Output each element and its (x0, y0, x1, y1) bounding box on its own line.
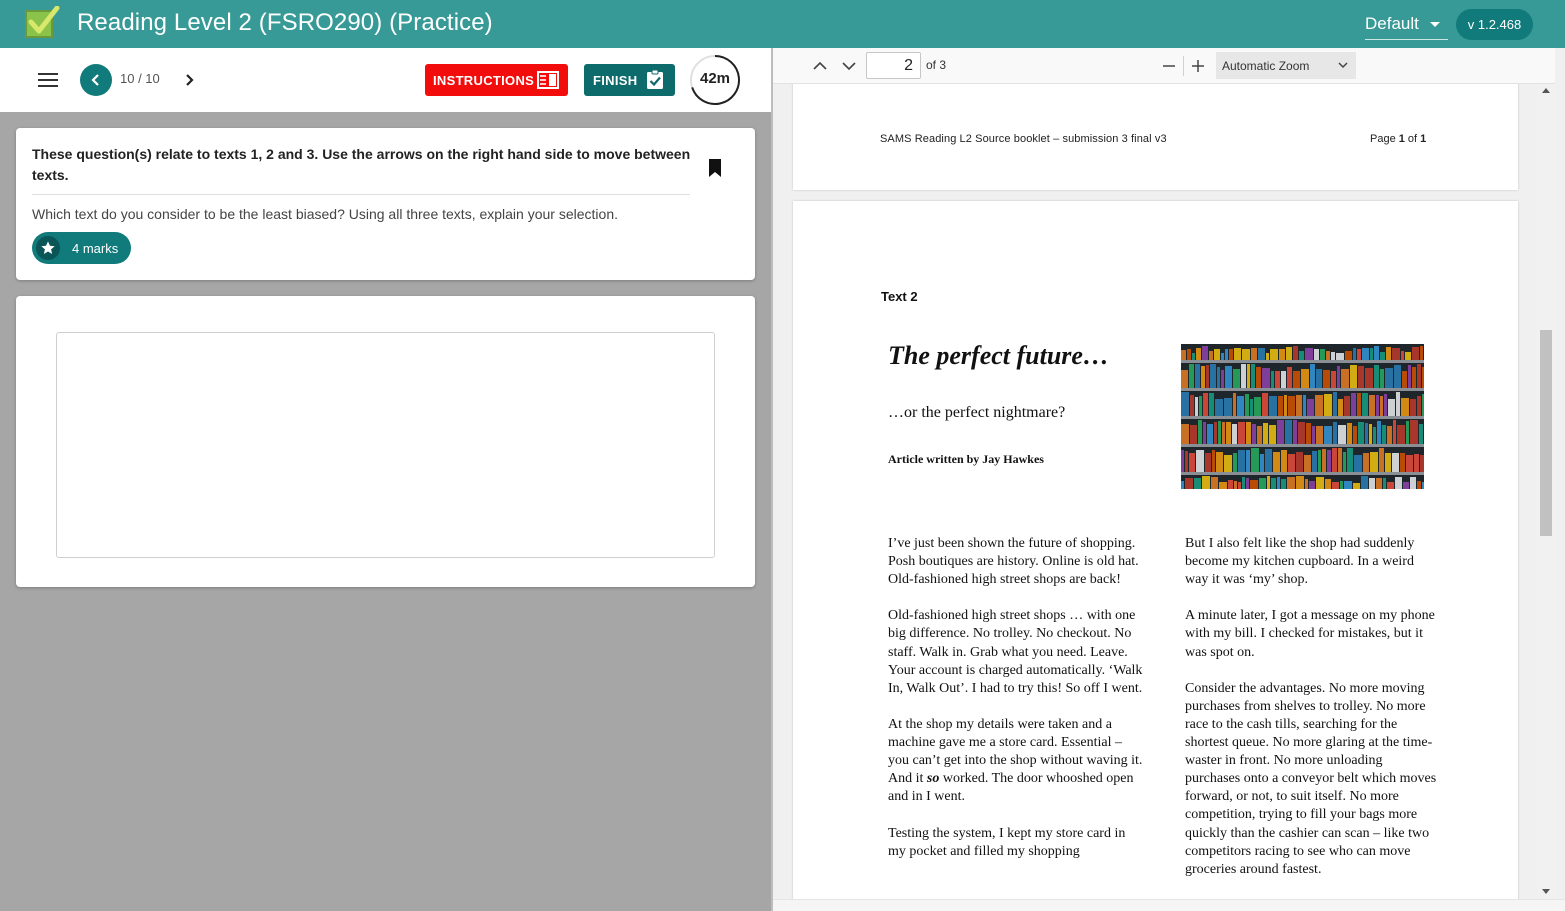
check-logo-icon (25, 6, 60, 38)
pdf-zoom-out-button[interactable] (1158, 55, 1180, 77)
article-paragraph: At the shop my details were taken and a … (888, 716, 1143, 806)
article-column-1: I’ve just been shown the future of shopp… (888, 535, 1143, 879)
plus-icon (1192, 60, 1204, 72)
article-column-2: But I also felt like the shop had sudden… (1185, 535, 1440, 897)
article-paragraph: Old-fashioned high street shops … with o… (888, 608, 1143, 696)
question-text: Which text do you consider to be the lea… (32, 206, 618, 222)
book-icon (537, 71, 559, 89)
page-footer-number: Page 1 of 1 (1370, 133, 1426, 145)
pdf-zoom-value: Automatic Zoom (1222, 59, 1310, 73)
pdf-scrollbar-thumb[interactable] (1540, 330, 1552, 536)
caret-down-icon (1430, 22, 1440, 27)
pdf-toolbar-separator (1183, 56, 1184, 76)
text-label: Text 2 (881, 289, 918, 304)
pdf-zoom-select[interactable]: Automatic Zoom (1216, 52, 1356, 79)
pdf-page-input[interactable]: 2 (866, 52, 921, 79)
app-title: Reading Level 2 (FSRO290) (Practice) (77, 9, 493, 36)
article-paragraph-text: worked. The door whooshed open and in I … (888, 771, 1134, 805)
article-emphasis: so (926, 771, 940, 787)
pdf-next-page-button[interactable] (838, 55, 860, 77)
timer-text: 42m (699, 70, 731, 87)
marks-label: 4 marks (72, 241, 119, 256)
pdf-page-count: of 3 (926, 58, 947, 72)
question-intro: These question(s) relate to texts 1, 2 a… (32, 146, 691, 183)
pdf-viewer: SAMS Reading L2 Source booklet – submiss… (773, 84, 1537, 899)
pdf-zoom-in-button[interactable] (1187, 55, 1209, 77)
star-icon (36, 236, 60, 260)
app-header: Reading Level 2 (FSRO290) (Practice) Def… (0, 0, 1565, 48)
article-paragraph: But I also felt like the shop had sudden… (1185, 536, 1415, 588)
question-toolbar: 10 / 10 INSTRUCTIONS FINISH 42m (0, 48, 771, 112)
timer: 42m (689, 54, 741, 106)
finish-label: FINISH (593, 73, 638, 88)
previous-question-button[interactable] (80, 64, 112, 96)
scroll-down-arrow-icon[interactable] (1542, 889, 1550, 894)
answer-card (16, 296, 755, 587)
version-badge: v 1.2.468 (1456, 9, 1533, 40)
chevron-down-icon (1338, 62, 1348, 69)
article-title: The perfect future… (888, 341, 1109, 370)
page-footer-page-word: Page (1370, 133, 1399, 145)
marks-badge: 4 marks (32, 232, 131, 264)
chevron-left-icon (91, 74, 99, 86)
article-paragraph: I’ve just been shown the future of shopp… (888, 536, 1139, 588)
page-footer-of-word: of (1404, 133, 1421, 145)
minus-icon (1163, 65, 1175, 67)
pdf-page-2: Text 2 The perfect future… …or the perfe… (793, 201, 1518, 899)
article-paragraph: A minute later, I got a message on my ph… (1185, 608, 1435, 660)
theme-select-value: Default (1365, 14, 1419, 33)
next-question-button[interactable] (173, 64, 205, 96)
chevron-right-icon (186, 74, 194, 86)
question-counter: 10 / 10 (120, 71, 160, 86)
instructions-button[interactable]: INSTRUCTIONS (425, 64, 568, 96)
supermarket-shelves-photo (1181, 344, 1424, 489)
pdf-scrollbar[interactable] (1537, 84, 1555, 899)
question-pane: 10 / 10 INSTRUCTIONS FINISH 42m These qu… (0, 48, 771, 911)
article-byline: Article written by Jay Hawkes (888, 452, 1044, 466)
chevron-down-icon (842, 62, 856, 71)
clipboard-check-icon (647, 70, 663, 89)
article-subtitle: …or the perfect nightmare? (888, 404, 1066, 421)
finish-button[interactable]: FINISH (584, 64, 675, 96)
page-footer-page-total: 1 (1420, 133, 1427, 145)
article-paragraph: Testing the system, I kept my store card… (888, 825, 1126, 859)
instructions-label: INSTRUCTIONS (433, 73, 535, 88)
answer-textarea[interactable] (56, 332, 715, 558)
article-paragraph: Consider the advantages. No more moving … (1185, 680, 1437, 877)
pdf-toolbar: 2 of 3 Automatic Zoom (773, 48, 1555, 84)
theme-select[interactable]: Default (1365, 12, 1448, 40)
question-card: These question(s) relate to texts 1, 2 a… (16, 128, 755, 280)
bottom-strip (773, 899, 1565, 911)
scroll-up-arrow-icon[interactable] (1542, 88, 1550, 93)
right-edge-gutter (1555, 48, 1565, 911)
question-divider (32, 194, 690, 195)
chevron-up-icon (813, 61, 827, 70)
hamburger-icon[interactable] (38, 73, 58, 87)
bookmark-icon[interactable] (708, 159, 722, 177)
page-footer-title: SAMS Reading L2 Source booklet – submiss… (880, 133, 1167, 145)
pdf-prev-page-button[interactable] (809, 55, 831, 77)
pdf-page-1: SAMS Reading L2 Source booklet – submiss… (793, 84, 1518, 190)
